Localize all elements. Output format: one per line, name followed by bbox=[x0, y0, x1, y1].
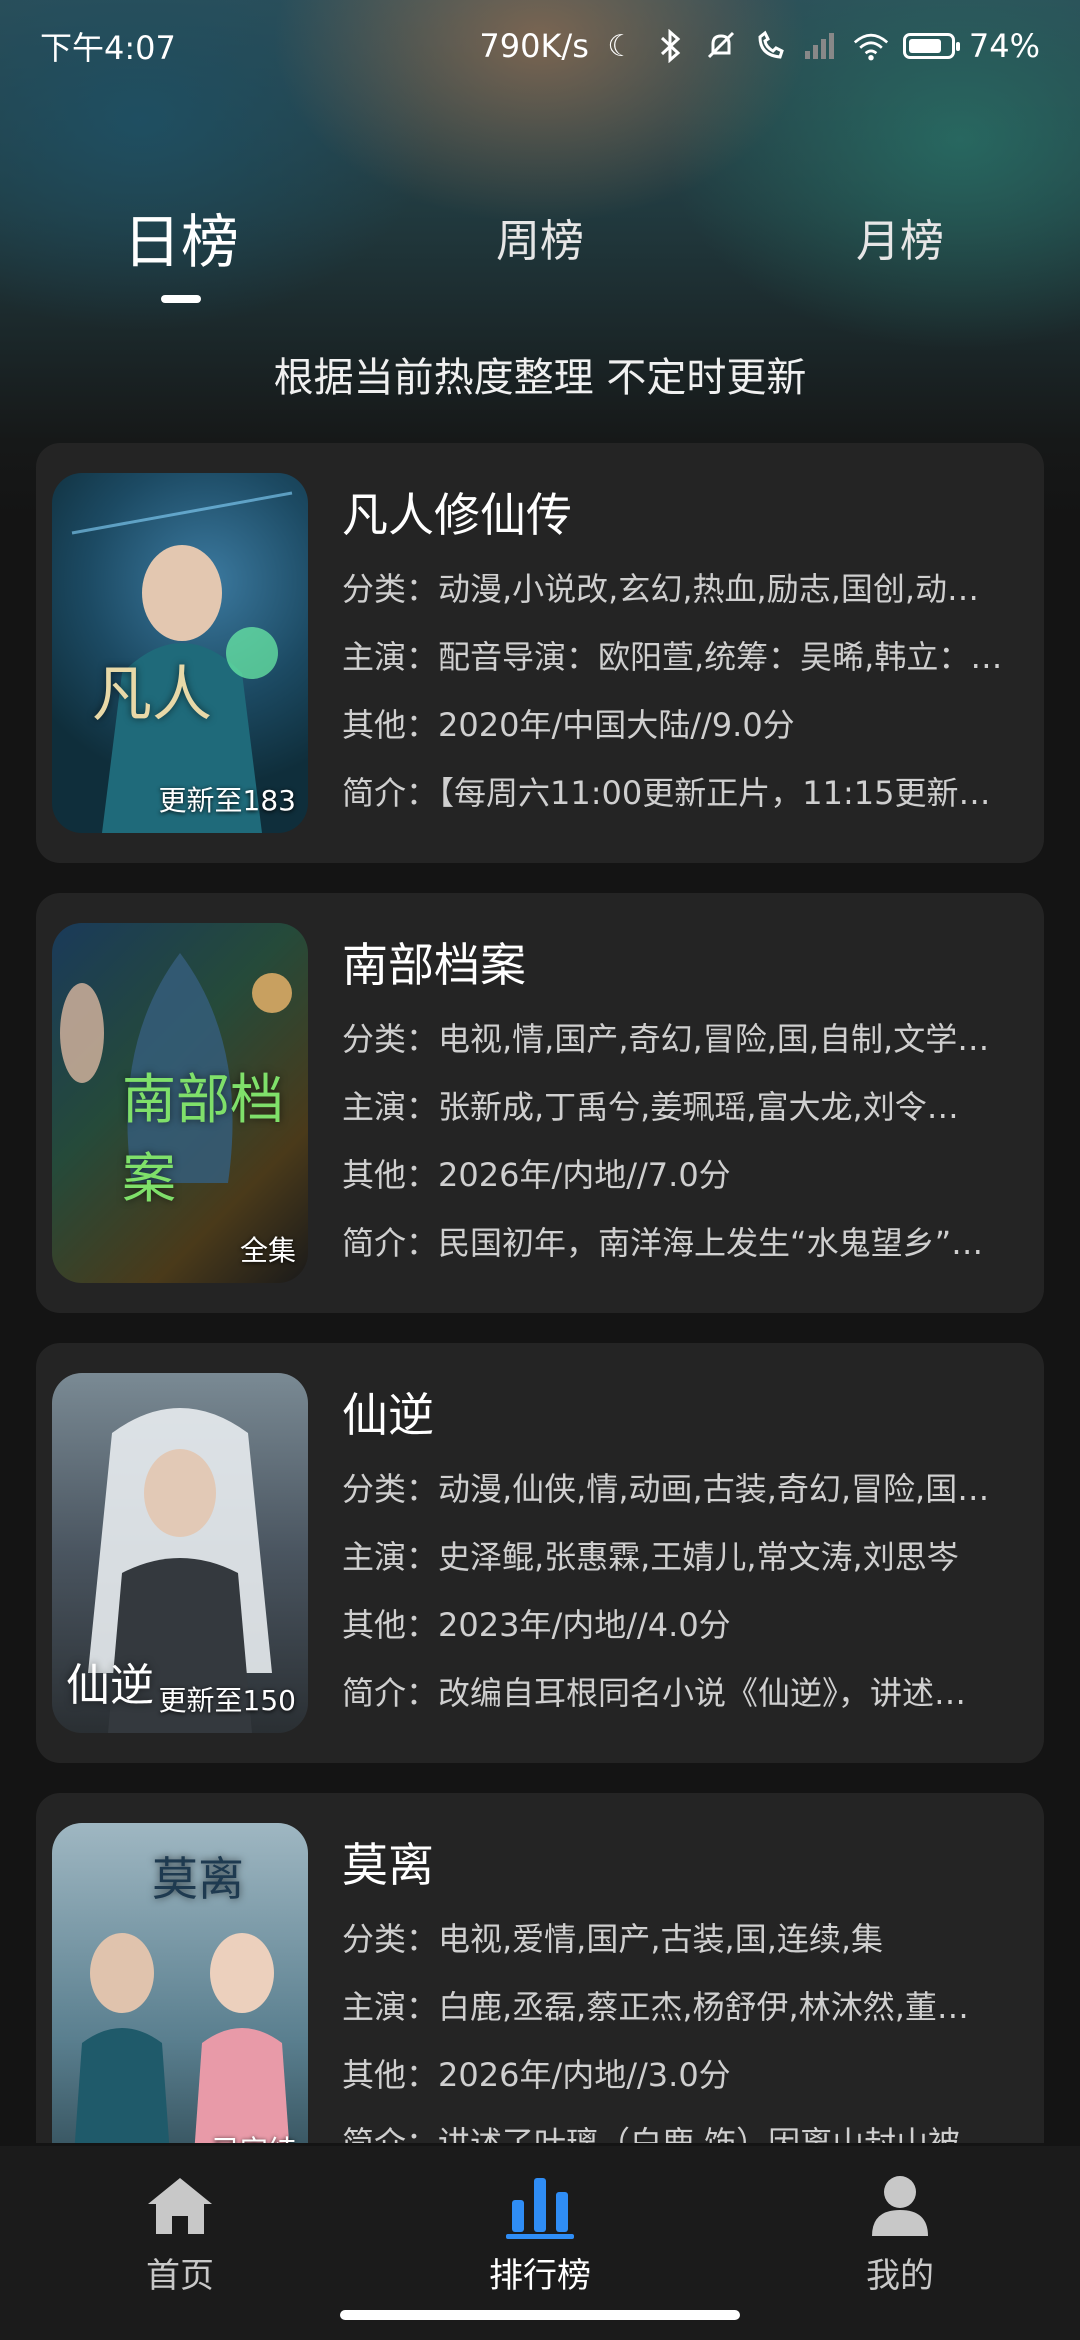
item-info: 南部档案 分类：电视,情,国产,奇幻,冒险,国,自制,文学… 主演：张新成,丁禹… bbox=[342, 929, 1022, 1289]
item-info: 莫离 分类：电视,爱情,国产,古装,国,连续,集 主演：白鹿,丞磊,蔡正杰,杨舒… bbox=[342, 1829, 1022, 2143]
item-intro: 简介：改编自耳根同名小说《仙逆》，讲述… bbox=[342, 1674, 967, 1712]
status-bar: 下午4:07 790K/s ☾ 74% bbox=[0, 0, 1080, 92]
item-cast: 主演：史泽鲲,张惠霖,王婧儿,常文涛,刘思岑 bbox=[342, 1538, 959, 1576]
home-icon bbox=[148, 2178, 212, 2234]
call-icon bbox=[753, 28, 789, 64]
bluetooth-icon bbox=[653, 28, 689, 64]
item-category: 分类：动漫,仙侠,情,动画,古装,奇幻,冒险,国… bbox=[342, 1470, 990, 1508]
nav-label: 我的 bbox=[866, 2256, 934, 2296]
item-intro: 简介：【每周六11:00更新正片，11:15更新下… bbox=[342, 774, 1022, 812]
item-intro: 简介：讲述了叶璃（白鹿 饰）因离山封山被… bbox=[342, 2124, 993, 2143]
nav-home[interactable]: 首页 bbox=[30, 2170, 330, 2297]
item-other: 其他：2026年/内地//7.0分 bbox=[342, 1156, 731, 1194]
item-title[interactable]: 莫离 bbox=[342, 1829, 1022, 1895]
item-cast: 主演：配音导演：欧阳萱,统筹：吴晞,韩立：… bbox=[342, 638, 1003, 676]
tab-weekly[interactable]: 周榜 bbox=[390, 205, 690, 269]
status-icons: 790K/s ☾ 74% bbox=[479, 27, 1040, 65]
poster-image[interactable]: 南部档案 全集 bbox=[52, 923, 308, 1283]
battery-icon bbox=[902, 33, 960, 59]
moon-icon: ☾ bbox=[607, 28, 635, 64]
item-cast: 主演：白鹿,丞磊,蔡正杰,杨舒伊,林沐然,董… bbox=[342, 1988, 969, 2026]
poster-image[interactable]: 仙逆 更新至150 bbox=[52, 1373, 308, 1733]
nav-profile[interactable]: 我的 bbox=[750, 2170, 1050, 2297]
list-item[interactable]: 凡人 更新至183 凡人修仙传 分类：动漫,小说改,玄幻,热血,励志,国创,动…… bbox=[36, 443, 1044, 863]
wifi-icon bbox=[853, 28, 889, 64]
item-other: 其他：2020年/中国大陆//9.0分 bbox=[342, 706, 795, 744]
item-category: 分类：动漫,小说改,玄幻,热血,励志,国创,动… bbox=[342, 570, 980, 608]
bell-off-icon bbox=[703, 28, 739, 64]
nav-ranking[interactable]: 排行榜 bbox=[390, 2170, 690, 2297]
status-time: 下午4:07 bbox=[40, 29, 176, 67]
poster-title: 仙逆 bbox=[66, 1660, 154, 1711]
item-info: 仙逆 分类：动漫,仙侠,情,动画,古装,奇幻,冒险,国… 主演：史泽鲲,张惠霖,… bbox=[342, 1379, 1022, 1739]
item-title[interactable]: 凡人修仙传 bbox=[342, 479, 1022, 545]
poster-title: 凡人 bbox=[92, 660, 212, 730]
poster-title: 莫离 bbox=[152, 1852, 244, 1906]
ranking-tabs: 日榜 周榜 月榜 bbox=[0, 205, 1080, 303]
nav-label: 排行榜 bbox=[489, 2256, 591, 2296]
list-item[interactable]: 莫离 已完结 莫离 分类：电视,爱情,国产,古装,国,连续,集 主演：白鹿,丞磊… bbox=[36, 1793, 1044, 2143]
episode-badge: 更新至183 bbox=[158, 784, 296, 817]
item-info: 凡人修仙传 分类：动漫,小说改,玄幻,热血,励志,国创,动… 主演：配音导演：欧… bbox=[342, 479, 1022, 839]
list-item[interactable]: 仙逆 更新至150 仙逆 分类：动漫,仙侠,情,动画,古装,奇幻,冒险,国… 主… bbox=[36, 1343, 1044, 1763]
item-category: 分类：电视,情,国产,奇幻,冒险,国,自制,文学… bbox=[342, 1020, 990, 1058]
item-title[interactable]: 仙逆 bbox=[342, 1379, 1022, 1445]
item-other: 其他：2023年/内地//4.0分 bbox=[342, 1606, 731, 1644]
signal-icon bbox=[803, 28, 839, 64]
item-other: 其他：2026年/内地//3.0分 bbox=[342, 2056, 731, 2094]
episode-badge: 已完结 bbox=[212, 2129, 296, 2143]
item-cast: 主演：张新成,丁禹兮,姜珮瑶,富大龙,刘令… bbox=[342, 1088, 959, 1126]
ranking-list[interactable]: 凡人 更新至183 凡人修仙传 分类：动漫,小说改,玄幻,热血,励志,国创,动…… bbox=[36, 443, 1044, 2143]
item-title[interactable]: 南部档案 bbox=[342, 929, 1022, 995]
item-intro: 简介：民国初年，南洋海上发生“水鬼望乡”… bbox=[342, 1224, 984, 1262]
tab-daily[interactable]: 日榜 bbox=[31, 195, 331, 279]
tab-indicator bbox=[161, 295, 201, 303]
episode-badge: 全集 bbox=[239, 1234, 296, 1267]
home-indicator[interactable] bbox=[340, 2310, 740, 2320]
tab-monthly[interactable]: 月榜 bbox=[750, 205, 1050, 269]
poster-image[interactable]: 凡人 更新至183 bbox=[52, 473, 308, 833]
poster-image[interactable]: 莫离 已完结 bbox=[52, 1823, 308, 2143]
net-speed: 790K/s bbox=[479, 27, 589, 65]
ranking-icon bbox=[506, 2178, 574, 2239]
episode-badge: 更新至150 bbox=[158, 1684, 296, 1717]
ranking-subtitle: 根据当前热度整理 不定时更新 bbox=[273, 355, 807, 401]
item-category: 分类：电视,爱情,国产,古装,国,连续,集 bbox=[342, 1920, 884, 1958]
list-item[interactable]: 南部档案 全集 南部档案 分类：电视,情,国产,奇幻,冒险,国,自制,文学… 主… bbox=[36, 893, 1044, 1313]
poster-title: 南部档案 bbox=[122, 1068, 284, 1210]
nav-label: 首页 bbox=[146, 2256, 214, 2296]
battery-level: 74% bbox=[968, 27, 1040, 65]
user-icon bbox=[872, 2176, 928, 2236]
